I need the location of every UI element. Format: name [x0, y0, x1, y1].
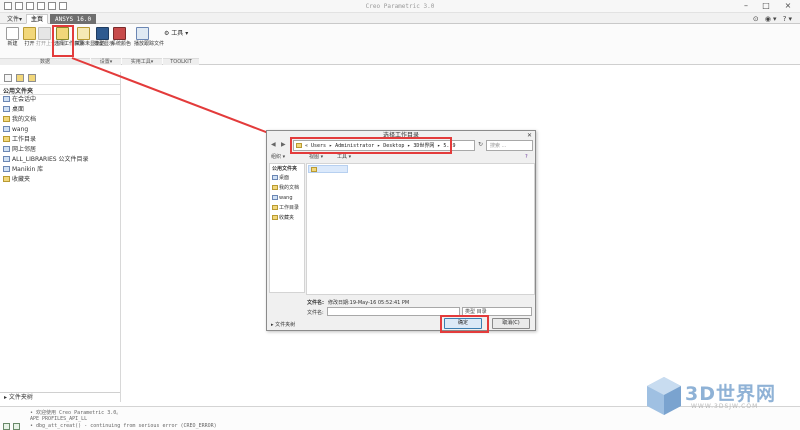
- file-list[interactable]: [306, 163, 535, 295]
- view-menu[interactable]: 视图 ▾: [309, 153, 323, 162]
- watermark-url: WWW.3DSJW.COM: [691, 403, 759, 410]
- select-working-directory-dialog: 选择工作目录 ✕ ◀ ▶ « Users ▸ Administrator ▸ D…: [266, 130, 536, 331]
- folder-item[interactable]: 收藏夹: [270, 213, 304, 223]
- refresh-icon[interactable]: ↻: [478, 141, 483, 148]
- dialog-search[interactable]: 搜索 ...: [486, 140, 533, 151]
- documents-icon: [272, 185, 278, 190]
- status-icon[interactable]: [3, 423, 10, 430]
- highlight-address: [290, 137, 452, 154]
- dialog-common-folders: 公用文件夹 桌面 我的文档 wang 工作目录 收藏夹: [269, 163, 305, 293]
- status-icon[interactable]: [13, 423, 20, 430]
- folder-item[interactable]: wang: [270, 193, 304, 203]
- status-message: • 欢迎使用 Creo Parametric 3.0。: [30, 410, 122, 416]
- logo-cube-icon: [647, 377, 681, 415]
- creo-window: Creo Parametric 3.0 – □ × 文件▾ 主页 ANSYS 1…: [0, 0, 800, 430]
- favorites-folder-icon: [272, 215, 278, 220]
- help-icon[interactable]: ?: [525, 153, 528, 162]
- organize-menu[interactable]: 组织 ▾: [271, 153, 285, 162]
- status-message: • dbg_att_creat() - continuing from seri…: [30, 423, 217, 429]
- desktop-icon: [272, 175, 278, 180]
- filename-label: 文件名:: [307, 310, 324, 316]
- file-info: 文件名: 修改日期:19-May-16 05:52:41 PM: [307, 300, 410, 306]
- status-message: APE PROFILES_API_LL: [30, 416, 88, 422]
- file-item[interactable]: [308, 165, 348, 173]
- folder-icon: [311, 167, 317, 172]
- tools-menu-dialog[interactable]: 工具 ▾: [337, 153, 351, 162]
- dialog-close-icon[interactable]: ✕: [527, 131, 532, 140]
- back-icon[interactable]: ◀: [271, 141, 276, 148]
- highlight-ok: [440, 315, 489, 333]
- forward-icon[interactable]: ▶: [281, 141, 286, 148]
- watermark: 3D世界网 WWW.3DSJW.COM: [645, 375, 795, 420]
- user-folder-icon: [272, 195, 278, 200]
- folder-item[interactable]: 工作目录: [270, 203, 304, 213]
- watermark-brand: 3D世界网: [685, 383, 776, 405]
- cancel-button[interactable]: 取消(C): [492, 318, 530, 329]
- working-dir-icon: [272, 205, 278, 210]
- arrow-to-address: [71, 57, 296, 146]
- folder-item[interactable]: 桌面: [270, 173, 304, 183]
- dialog-folder-tree-toggle[interactable]: ▸ 文件夹树: [271, 321, 295, 328]
- folder-item[interactable]: 我的文档: [270, 183, 304, 193]
- dialog-toolbar: 组织 ▾ 视图 ▾ 工具 ▾ ?: [269, 153, 535, 162]
